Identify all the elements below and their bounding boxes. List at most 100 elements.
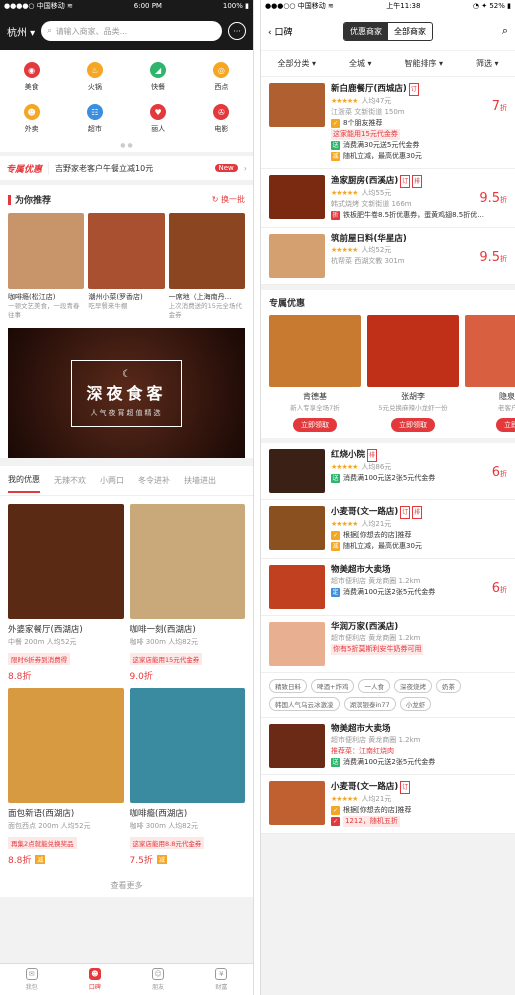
promo-icon: 送 [331, 758, 340, 767]
keyword-tag[interactable]: 深夜烧烤 [393, 679, 432, 693]
shop-row[interactable]: 物美超市大卖场 超市便利店 黄龙商圈 1.2km 定消费满100元送2张5元代金券 6… [261, 559, 515, 616]
shop-name: 物美超市大卖场 [331, 565, 391, 575]
claim-button[interactable]: 立即领取 [391, 418, 435, 432]
search-icon[interactable]: ⌕ [458, 24, 508, 38]
refresh-button[interactable]: ↻ 换一批 [212, 194, 245, 205]
keyword-tag[interactable]: 小龙虾 [399, 697, 432, 711]
thumb-icon: ✓ [331, 817, 340, 826]
promo-text: 1212，随机五折 [343, 816, 400, 827]
category-delivery[interactable]: ☻ 外卖 [0, 98, 63, 140]
deal-card[interactable]: 面包新语(西湖店) 面包西点 200m 人均52元 再集2点就能兑换奖品 8.8折减 [8, 688, 124, 866]
supermarket-icon: ☷ [86, 104, 103, 120]
category-dessert[interactable]: ◎ 西点 [190, 56, 253, 98]
category-supermarket[interactable]: ☷ 超市 [63, 98, 126, 140]
late-night-banner[interactable]: ☾ 深夜食客 人气夜宵超值精选 [8, 328, 245, 458]
shop-row[interactable]: 渔家厨房(西溪店) 订排 ★★★★★ 人均55元 韩式烧烤 文新街道 166m 折铁板肥牛… [261, 169, 515, 228]
claim-button[interactable]: 立即领取 [293, 418, 337, 432]
nav-friends[interactable]: ☺ 朋友 [127, 964, 190, 995]
category-beauty[interactable]: ♥ 丽人 [127, 98, 190, 140]
promo-text: 推荐菜：江南红烧肉 [331, 747, 394, 755]
promo-icon: 减 [331, 542, 340, 551]
deal-name: 咖啡一刻(西湖店) [129, 625, 196, 635]
deal-meta: 面包西点 200m 人均52元 [8, 822, 91, 830]
promo-bar[interactable]: 专属优惠 吉野家老客户午餐立减10元 New › [0, 156, 253, 180]
time: 上午11:38 [386, 2, 421, 10]
tab-discount-merchants[interactable]: 优惠商家 [344, 22, 388, 40]
view-more-link[interactable]: 查看更多 [0, 874, 253, 897]
recommend-card[interactable]: 潮州小菜(罗香店) 吃早餐来牛棚 [88, 213, 165, 320]
filter-3[interactable]: 筛选 ▾ [476, 58, 499, 69]
exclusive-image [465, 315, 515, 387]
tab-1[interactable]: 无辣不欢 [54, 475, 86, 486]
recommend-card[interactable]: 咖啡瘾(松江店) 一顿文艺美食，一段青春往事 [8, 213, 85, 320]
claim-button[interactable]: 立即 [496, 418, 515, 432]
shop-row[interactable]: 小麦哥(文一路店) 订排 ★★★★★ 人均21元 ✓ 根据[你想去的店]推荐减随机立减，最… [261, 500, 515, 559]
tab-4[interactable]: 扶墙进出 [184, 475, 216, 486]
shop-discount: 9.5折 [479, 191, 507, 206]
filter-0[interactable]: 全部分类 ▾ [277, 58, 316, 69]
keyword-tag[interactable]: 精致日料 [269, 679, 307, 693]
deal-discount-row: 9.0折 [130, 669, 246, 682]
discount-unit: 折 [500, 104, 507, 112]
deal-discount: 8.8折 [8, 856, 32, 866]
shop-name-row: 物美超市大卖场 [331, 565, 507, 576]
keyword-tag[interactable]: 韩国人气乌云冰激凌 [269, 697, 340, 711]
keyword-tag[interactable]: 啤酒+炸鸡 [311, 679, 355, 693]
tab-0[interactable]: 我的优惠 [8, 468, 40, 493]
avg-price: 人均52元 [361, 246, 392, 254]
deal-name: 外婆家餐厅(西湖店) [8, 625, 83, 635]
shop-image [269, 622, 325, 666]
star-rating: ★★★★★ [331, 189, 358, 197]
right-phone: ●●●○○ 中国移动 ≋ 上午11:38 ◔ ✦ 52% ▮ ‹ 口碑 优惠商家… [260, 0, 515, 995]
shop-badge: 排 [412, 175, 423, 188]
keyword-tag[interactable]: 一人食 [358, 679, 390, 693]
tab-2[interactable]: 小两口 [100, 475, 124, 486]
header: 杭州 ▾ ⌕ 请输入商家、品类... ··· [0, 12, 253, 50]
nav-label: 财富 [215, 984, 228, 991]
category-label: 外卖 [24, 125, 39, 133]
search-input[interactable]: ⌕ 请输入商家、品类... [41, 21, 222, 41]
shop-row[interactable]: 筑前屋日料(华星店) ★★★★★ 人均52元 杭帮菜 西湖文教 301m 9.5折 [261, 228, 515, 285]
shop-row[interactable]: 新白鹿餐厅(西城店) 订 ★★★★★ 人均47元 江浙菜 文新街道 150m ✓ 8个朋友推… [261, 77, 515, 169]
category-fastfood[interactable]: ◢ 快餐 [127, 56, 190, 98]
avg-price: 人均86元 [361, 463, 392, 471]
keyword-tag[interactable]: 湖滨银泰in77 [343, 697, 396, 711]
deal-meta: 咖啡 300m 人均82元 [129, 822, 199, 830]
status-bar: ●●●○○ 中国移动 ≋ 上午11:38 ◔ ✦ 52% ▮ [261, 0, 515, 12]
message-button[interactable]: ··· [228, 22, 246, 40]
shop-info: 华润万家(西溪店) 超市便利店 黄龙商圈 1.2km 你有5折莫斯利安牛奶券可用 [331, 622, 507, 666]
recommend-card[interactable]: 一席地（上海南丹... 上次消费送的15元全场代金券 [168, 213, 245, 320]
shop-row[interactable]: 物美超市大卖场 超市便利店 黄龙商圈 1.2km 推荐菜：江南红烧肉送消费满100元… [261, 718, 515, 775]
exclusive-card[interactable]: 肯德基 新人专享全场7折 立即领取 [269, 315, 361, 432]
shop-row[interactable]: 华润万家(西溪店) 超市便利店 黄龙商圈 1.2km 你有5折莫斯利安牛奶券可用 [261, 616, 515, 673]
deal-discount-row: 8.8折减 [8, 853, 124, 866]
exclusive-title: 专属优惠 [269, 299, 306, 309]
shop-row[interactable]: 小麦哥(文一路店) 订 ★★★★★ 人均21元 ✓ 根据[你想去的店]推荐 ✓ 1212，随机… [261, 775, 515, 834]
deal-card[interactable]: 外婆家餐厅(西湖店) 中餐 200m 人均52元 限时6折券到消费得 8.8折 [8, 504, 124, 682]
back-button[interactable]: ‹ 口碑 [268, 25, 318, 38]
category-food[interactable]: ◉ 美食 [0, 56, 63, 98]
tab-3[interactable]: 冬令进补 [138, 475, 170, 486]
tab-all-merchants[interactable]: 全部商家 [388, 23, 432, 40]
carrier: ●●●○○ 中国移动 ≋ [265, 2, 334, 10]
exclusive-card[interactable]: 张胡李 5元兑换麻辣小龙虾一份 立即领取 [367, 315, 459, 432]
shop-location: 江浙菜 文新街道 150m [331, 108, 405, 116]
shop-row[interactable]: 红烧小院排 ★★★★★ 人均86元送消费满100元送2张5元代金券 6折 [261, 443, 515, 500]
nav-wealth[interactable]: ¥ 财富 [190, 964, 253, 995]
shop-name: 渔家厨房(西溪店) [331, 176, 399, 186]
promo-text: 消费满30元送5元代金券 [343, 141, 420, 149]
nav-wallet[interactable]: ✉ 我包 [0, 964, 63, 995]
city-selector[interactable]: 杭州 ▾ [7, 24, 35, 39]
recommend-image [8, 213, 85, 289]
category-hotpot[interactable]: ♨ 火锅 [63, 56, 126, 98]
nav-koubei[interactable]: ☻ 口碑 [63, 964, 126, 995]
merchant-toggle: 优惠商家 全部商家 [343, 21, 433, 41]
category-movie[interactable]: ✇ 电影 [190, 98, 253, 140]
deal-card[interactable]: 咖啡瘾(西湖店) 咖啡 300m 人均82元 这家店能用8.8元代金券 7.5折减 [129, 688, 245, 866]
filter-2[interactable]: 智能排序 ▾ [404, 58, 443, 69]
search-icon: ⌕ [47, 26, 52, 35]
exclusive-card[interactable]: 隐泉日老客户专立即 [465, 315, 515, 432]
filter-1[interactable]: 全城 ▾ [349, 58, 372, 69]
deal-card[interactable]: 咖啡一刻(西湖店) 咖啡 300m 人均82元 这家店能用15元代金券 9.0折 [129, 504, 246, 682]
keyword-tag[interactable]: 奶茶 [435, 679, 461, 693]
